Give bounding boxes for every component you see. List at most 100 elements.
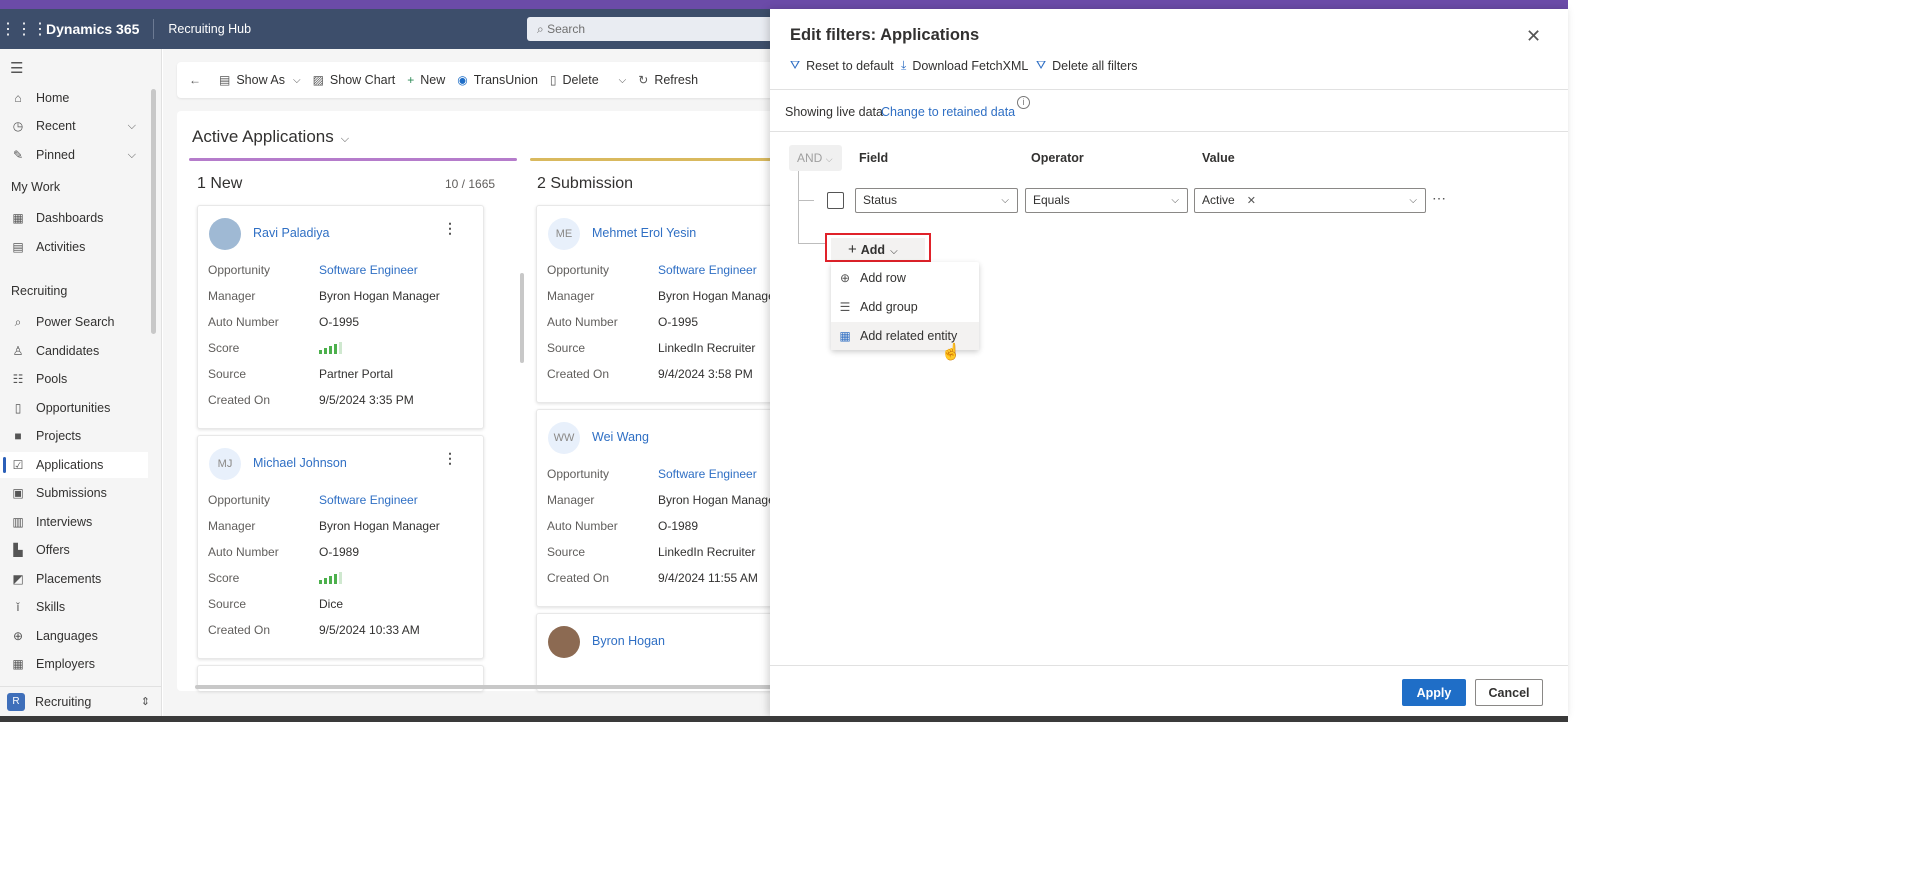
close-icon[interactable]: ✕ xyxy=(1526,26,1541,47)
card-field-row: Source Dice xyxy=(208,597,488,613)
reset-to-default-button[interactable]: ⛛ Reset to default xyxy=(790,58,894,73)
sidebar-item-offers[interactable]: ▙ Offers xyxy=(0,537,148,563)
sitemap-sidebar: ☰ ⌂ Home ◷ Recent ⌵ ✎ Pinned ⌵ My Work ▦ Das… xyxy=(0,49,162,716)
and-group-operator: AND ⌵ xyxy=(789,145,842,171)
sidebar-item-employers[interactable]: ▦ Employers xyxy=(0,651,148,677)
opportunity-link[interactable]: Software Engineer xyxy=(319,493,418,507)
candidate-name-link[interactable]: Ravi Paladiya xyxy=(253,226,329,240)
more-options-icon[interactable]: ⋮ xyxy=(443,450,457,467)
application-card[interactable]: Ravi Paladiya ⋮ Opportunity Software Engi… xyxy=(197,205,484,429)
add-circle-icon: ⊕ xyxy=(839,271,851,285)
chevron-down-icon: ⌵ xyxy=(1001,195,1009,206)
field-label: Auto Number xyxy=(208,545,279,559)
delete-all-filters-button[interactable]: ⛛ Delete all filters xyxy=(1036,58,1138,73)
operator-value: Equals xyxy=(1033,193,1070,207)
global-search-input[interactable]: ⌕ Search xyxy=(527,17,787,41)
apply-button[interactable]: Apply xyxy=(1402,679,1466,706)
download-fetchxml-button[interactable]: ⤓ Download FetchXML xyxy=(901,58,1028,73)
sidebar-item-power-search[interactable]: ⌕ Power Search xyxy=(0,309,148,335)
opportunity-link[interactable]: Software Engineer xyxy=(658,467,757,481)
sidebar-scrollbar[interactable] xyxy=(151,89,156,334)
lane-scrollbar[interactable] xyxy=(520,273,524,363)
transunion-button[interactable]: ◉ TransUnion xyxy=(457,73,538,87)
area-switcher[interactable]: R Recruiting ⇕ xyxy=(0,686,162,716)
sidebar-item-activities[interactable]: ▤ Activities xyxy=(0,234,148,260)
more-options-icon[interactable]: ⋯ xyxy=(1432,190,1446,207)
sidebar-item-skills[interactable]: ǐ Skills xyxy=(0,594,148,620)
more-options-icon[interactable]: ⋮ xyxy=(443,220,457,237)
refresh-button[interactable]: ↻ Refresh xyxy=(638,73,698,87)
chevron-down-icon: ⌵ xyxy=(292,74,301,86)
source-value: LinkedIn Recruiter xyxy=(658,341,756,355)
field-label: Created On xyxy=(547,571,610,585)
field-label: Source xyxy=(208,367,247,381)
divider xyxy=(770,665,1568,666)
pin-icon: ✎ xyxy=(12,148,24,162)
created-on-value: 9/5/2024 3:35 PM xyxy=(319,393,414,407)
row-select-checkbox[interactable] xyxy=(827,192,844,209)
value-tag-label: Active xyxy=(1202,193,1235,207)
sidebar-item-label: Languages xyxy=(36,629,98,643)
sidebar-item-recent[interactable]: ◷ Recent ⌵ xyxy=(0,113,148,139)
menu-item-add-row[interactable]: ⊕ Add row xyxy=(831,264,979,292)
candidate-name-link[interactable]: Wei Wang xyxy=(592,430,649,444)
chevron-down-icon[interactable]: ⌵ xyxy=(128,120,136,133)
back-button[interactable]: ← xyxy=(189,73,207,87)
sidebar-item-submissions[interactable]: ▣ Submissions xyxy=(0,480,148,506)
sidebar-item-pools[interactable]: ☷ Pools xyxy=(0,366,148,392)
app-name[interactable]: Recruiting Hub xyxy=(154,22,251,36)
show-as-button[interactable]: ▤ Show As ⌵ xyxy=(219,73,301,87)
new-button[interactable]: + New xyxy=(407,73,445,87)
sidebar-item-pinned[interactable]: ✎ Pinned ⌵ xyxy=(0,142,148,168)
info-icon[interactable]: i xyxy=(1017,96,1030,109)
delete-button[interactable]: ▯ Delete xyxy=(550,73,599,87)
change-to-retained-data-link[interactable]: Change to retained data xyxy=(881,105,1015,119)
sidebar-item-placements[interactable]: ◩ Placements xyxy=(0,566,148,592)
sidebar-item-candidates[interactable]: ♙ Candidates xyxy=(0,338,148,364)
remove-tag-icon[interactable]: ✕ xyxy=(1247,195,1256,207)
brand-title[interactable]: Dynamics 365 xyxy=(38,19,155,39)
sidebar-item-dashboards[interactable]: ▦ Dashboards xyxy=(0,205,148,231)
delete-all-label: Delete all filters xyxy=(1052,58,1138,73)
show-chart-label: Show Chart xyxy=(329,73,396,87)
field-select[interactable]: Status ⌵ xyxy=(855,188,1018,213)
operator-select[interactable]: Equals ⌵ xyxy=(1025,188,1188,213)
show-chart-button[interactable]: ▨ Show Chart xyxy=(313,73,396,87)
field-label: Manager xyxy=(547,289,595,303)
field-value: Status xyxy=(863,193,898,207)
sidebar-item-projects[interactable]: ■ Projects xyxy=(0,423,148,449)
value-column-header: Value xyxy=(1202,151,1235,165)
view-selector[interactable]: Active Applications ⌵ xyxy=(192,127,349,147)
more-commands-button[interactable]: ⌵ xyxy=(611,75,627,86)
cancel-button[interactable]: Cancel xyxy=(1475,679,1543,706)
search-placeholder: Search xyxy=(547,22,586,36)
clipboard-icon: ▤ xyxy=(12,240,24,254)
sidebar-item-applications[interactable]: ☑ Applications xyxy=(0,452,148,478)
app-launcher-icon[interactable]: ⋮⋮⋮ xyxy=(0,19,48,39)
menu-item-add-group[interactable]: ☰ Add group xyxy=(831,293,979,321)
board-horizontal-scrollbar[interactable] xyxy=(195,685,775,689)
plus-icon: + xyxy=(407,73,415,87)
score-bars-icon xyxy=(319,572,342,584)
transunion-icon: ◉ xyxy=(457,73,468,87)
candidate-name-link[interactable]: Michael Johnson xyxy=(253,456,347,470)
lane-title: 2 Submission xyxy=(537,175,634,192)
application-card[interactable]: MJ Michael Johnson ⋮ Opportunity Software… xyxy=(197,435,484,659)
sidebar-item-languages[interactable]: ⊕ Languages xyxy=(0,623,148,649)
sidebar-item-home[interactable]: ⌂ Home xyxy=(0,85,148,111)
manager-value: Byron Hogan Manager xyxy=(319,519,440,533)
chevron-down-icon[interactable]: ⌵ xyxy=(128,149,136,162)
opportunity-link[interactable]: Software Engineer xyxy=(658,263,757,277)
sidebar-item-opportunities[interactable]: ▯ Opportunities xyxy=(0,395,148,421)
hand-cursor-icon: ☝ xyxy=(941,344,961,361)
opportunity-link[interactable]: Software Engineer xyxy=(319,263,418,277)
candidate-name-link[interactable]: Byron Hogan xyxy=(592,634,665,648)
placement-icon: ◩ xyxy=(12,572,24,586)
sidebar-item-label: Offers xyxy=(36,543,70,557)
hamburger-menu-icon[interactable]: ☰ xyxy=(10,59,23,77)
card-field-row: Opportunity Software Engineer xyxy=(208,263,488,279)
value-select[interactable]: Active ✕ ⌵ xyxy=(1194,188,1426,213)
candidate-name-link[interactable]: Mehmet Erol Yesin xyxy=(592,226,696,240)
sidebar-item-interviews[interactable]: ▥ Interviews xyxy=(0,509,148,535)
sidebar-item-label: Opportunities xyxy=(36,401,111,415)
